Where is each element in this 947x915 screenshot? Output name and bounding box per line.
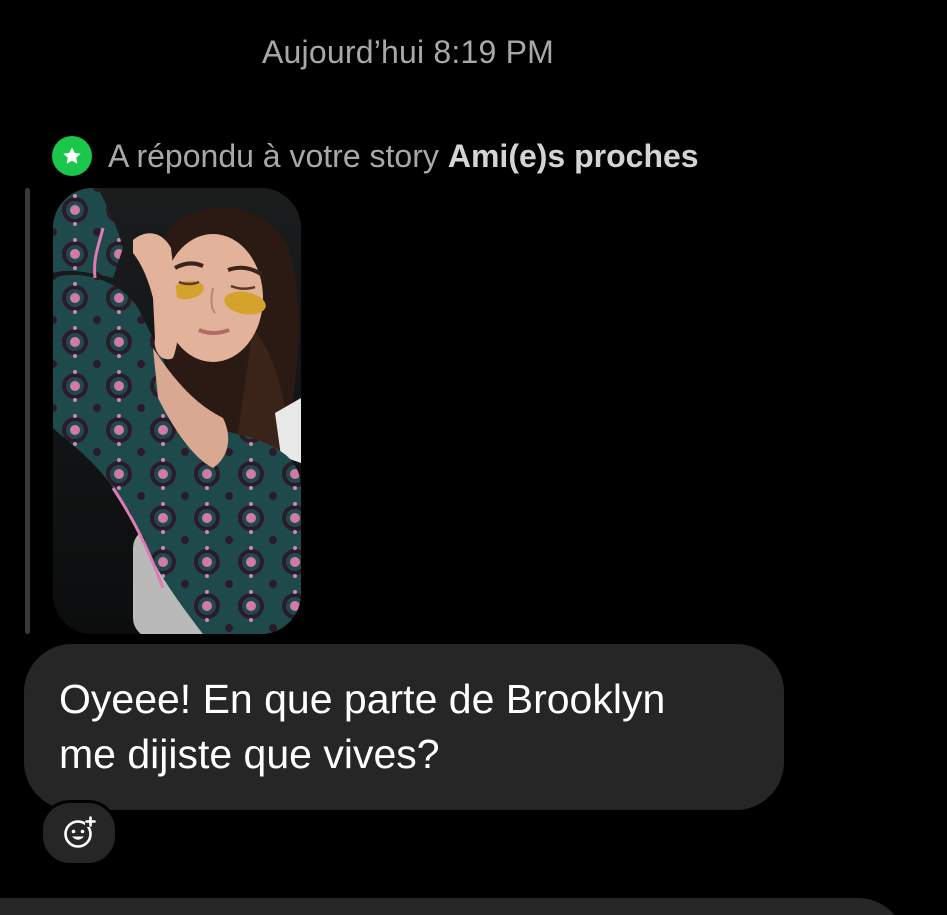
dm-thread: Aujourd’hui 8:19 PM A répondu à votre st… (0, 0, 947, 915)
message-text-line-1: Oyeee! En que parte de Brooklyn (59, 676, 666, 722)
add-reaction-button[interactable] (40, 800, 118, 866)
story-photo (53, 188, 301, 634)
reply-indicator-bar (25, 188, 30, 634)
close-friends-star-icon (52, 136, 92, 176)
message-bubble[interactable]: Oyeee! En que parte de Brooklyn me dijis… (24, 644, 784, 810)
next-message-bubble[interactable] (0, 898, 906, 915)
story-thumbnail[interactable] (53, 188, 301, 634)
message-text-line-2: me dijiste que vives? (59, 731, 440, 777)
story-reply-label: A répondu à votre story (108, 137, 439, 174)
message-timestamp: Aujourd’hui 8:19 PM (262, 34, 554, 70)
story-audience-label: Ami(e)s proches (447, 137, 699, 174)
story-reply-header: A répondu à votre story Ami(e)s proches (52, 134, 699, 178)
add-reaction-icon (64, 816, 96, 848)
